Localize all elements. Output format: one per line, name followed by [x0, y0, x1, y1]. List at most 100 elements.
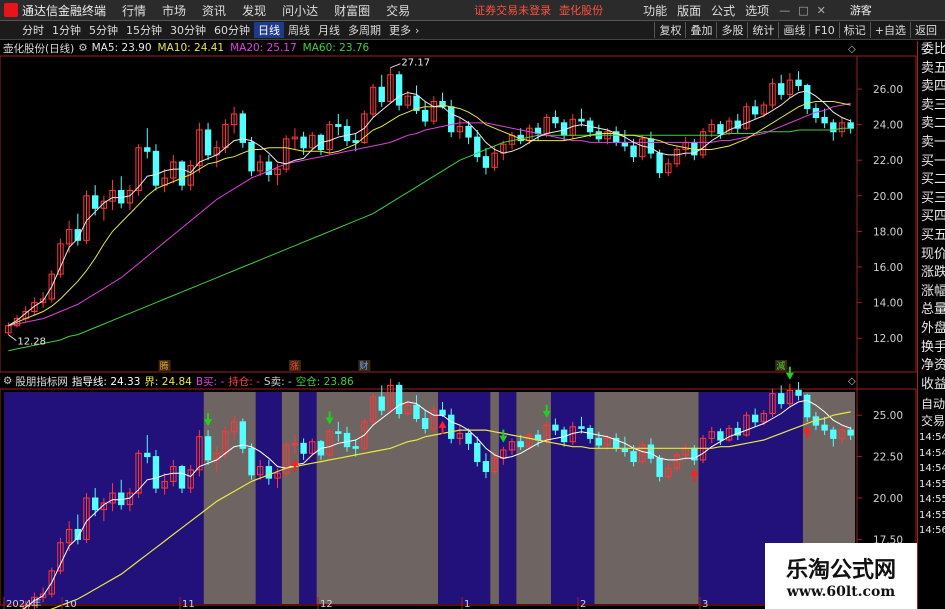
main-candle-74	[647, 138, 655, 154]
main-candle-43	[378, 86, 385, 102]
sub-candle-54	[474, 442, 481, 463]
sub-candle-51	[448, 414, 455, 439]
side-item-1: 卖五	[921, 60, 945, 76]
main-y-label-1: 24.00	[873, 120, 903, 132]
sub-candle-50	[439, 409, 446, 416]
side-item-4: 卖二	[921, 116, 945, 132]
zone-hold-11	[594, 392, 699, 604]
sub-candle-94	[821, 424, 828, 431]
side-time-5: 14:55	[919, 509, 945, 521]
zone-hold-7	[490, 392, 499, 604]
sub-candle-59	[517, 441, 524, 448]
main-y-label-7: 12.00	[873, 333, 903, 345]
sub-candle-89	[777, 393, 785, 405]
sub-candle-17	[152, 456, 160, 489]
main-candle-17	[152, 150, 160, 186]
side-item-17: 净资	[921, 358, 945, 374]
sub-candle-16	[144, 452, 151, 458]
zone-hold-5	[316, 392, 439, 604]
main-y-label-2: 22.00	[873, 155, 903, 167]
side-item-15: 外盘	[921, 320, 945, 336]
event-marker-3: 減	[776, 360, 785, 372]
sub-candle-53	[465, 432, 472, 444]
x-label-2: 11	[182, 599, 195, 609]
side-auto-item-0: 自动	[921, 397, 945, 412]
sub-candle-39	[343, 432, 351, 448]
main-candle-10	[91, 195, 99, 209]
side-item-8: 买三	[921, 190, 945, 206]
sub-candle-48	[421, 418, 429, 429]
side-time-2: 14:54	[919, 463, 945, 475]
sub-candle-63	[552, 424, 559, 431]
main-candle-82	[717, 124, 724, 135]
main-candle-16	[144, 147, 151, 152]
side-item-2: 卖四	[921, 79, 945, 95]
main-candle-39	[343, 125, 351, 142]
main-candle-51	[448, 106, 455, 133]
side-time-3: 14:55	[919, 478, 945, 490]
sub-candle-34	[300, 442, 307, 454]
main-candle-94	[821, 117, 828, 124]
main-y-label-4: 18.00	[873, 226, 903, 238]
sub-candle-30	[265, 466, 273, 479]
side-item-0: 委比	[921, 42, 945, 57]
side-item-6: 买一	[921, 153, 945, 169]
main-candle-48	[421, 109, 429, 122]
side-item-7: 买二	[921, 172, 945, 188]
sub-candle-82	[717, 431, 724, 441]
main-candle-66	[578, 118, 585, 122]
main-candle-28	[248, 141, 255, 172]
main-candle-34	[300, 136, 307, 149]
sub-candle-45	[395, 384, 403, 415]
sub-candle-40	[352, 446, 359, 449]
main-chart-frame	[0, 55, 917, 373]
side-item-18: 收益	[921, 376, 945, 392]
sub-candle-43	[378, 396, 385, 411]
x-label-5: 2	[580, 599, 586, 609]
side-time-1: 14:54	[919, 447, 945, 459]
sub-candle-47	[413, 404, 420, 419]
event-marker-0: 腾	[160, 360, 169, 372]
sub-candle-91	[795, 389, 802, 396]
side-time-6: 14:56	[919, 525, 945, 537]
sub-candle-97	[847, 429, 854, 436]
sub-candle-55	[482, 461, 490, 472]
main-y-label-3: 20.00	[873, 191, 903, 203]
x-label-6: 3	[702, 599, 708, 609]
main-candle-50	[439, 100, 446, 108]
low-price-label: 12.28	[17, 337, 46, 348]
sub-candle-74	[647, 444, 655, 459]
sub-candle-28	[248, 447, 255, 476]
side-item-14: 总量	[921, 302, 945, 318]
zone-hold-1	[203, 392, 256, 604]
zone-empty-2	[255, 392, 282, 604]
main-candle-72	[630, 145, 637, 158]
high-price-label: 27.17	[401, 58, 430, 69]
main-candle-23	[204, 129, 212, 156]
sub-candle-95	[830, 429, 837, 439]
x-label-3: 12	[320, 599, 333, 609]
side-item-9: 买四	[921, 209, 945, 225]
kline-chart[interactable]: 27.1712.28腾涨财減回26.0024.0022.0020.0018.00…	[0, 0, 945, 609]
x-label-4: 1	[464, 599, 470, 609]
main-candle-30	[265, 161, 273, 175]
sub-candle-86	[751, 414, 759, 423]
main-candle-55	[482, 156, 490, 168]
main-candle-20	[178, 161, 186, 186]
main-candle-89	[777, 83, 785, 95]
sub-y-label-0: 25.00	[873, 410, 903, 422]
side-item-13: 涨幅	[921, 283, 945, 299]
low-pointer	[8, 334, 17, 342]
sub-y-label-1: 22.50	[873, 452, 903, 464]
x-label-1: 10	[64, 599, 77, 609]
main-candle-45	[395, 74, 403, 106]
sub-diamond-icon: ◇	[848, 376, 856, 387]
watermark-title: 乐淘公式网	[785, 558, 896, 583]
side-item-12: 涨跌	[921, 265, 945, 281]
main-candle-86	[751, 106, 759, 115]
event-marker-1: 涨	[290, 361, 299, 372]
main-candle-63	[552, 117, 559, 124]
sub-candle-92	[804, 394, 811, 418]
main-candle-53	[465, 125, 472, 138]
side-auto-item-1: 交易	[921, 414, 945, 429]
